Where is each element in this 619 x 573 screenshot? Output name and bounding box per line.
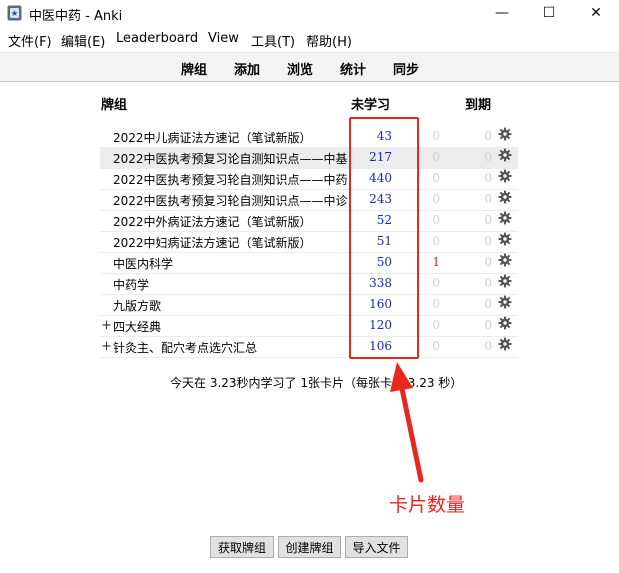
menu-leaderboard[interactable]: Leaderboard <box>116 31 198 46</box>
header-new: 未学习 <box>351 98 391 113</box>
gear-icon[interactable] <box>498 232 512 246</box>
toolbar-sync[interactable]: 同步 <box>393 59 419 78</box>
gear-icon[interactable] <box>498 337 512 351</box>
deck-row[interactable]: 2022中医执考预复习轮自测知识点——中药 440 0 0 <box>100 168 518 190</box>
deck-row[interactable]: 2022中医执考预复习轮自测知识点——中诊 243 0 0 <box>100 189 518 211</box>
toolbar-add[interactable]: 添加 <box>234 59 260 78</box>
deck-due-count: 0 <box>484 213 492 227</box>
deck-due-count: 0 <box>484 234 492 248</box>
deck-expand-toggle[interactable]: + <box>101 339 112 354</box>
deck-name[interactable]: 2022中儿病证法方速记（笔试新版） <box>113 129 312 146</box>
deck-learn-count: 0 <box>432 276 440 290</box>
deck-due-count: 0 <box>484 339 492 353</box>
header-deck: 牌组 <box>101 98 128 113</box>
deck-name[interactable]: 四大经典 <box>113 318 161 335</box>
deck-learn-count: 0 <box>432 318 440 332</box>
import-file-button[interactable]: 导入文件 <box>345 536 408 558</box>
deck-learn-count: 0 <box>432 297 440 311</box>
deck-row[interactable]: 九版方歌 160 0 0 <box>100 294 518 316</box>
gear-icon[interactable] <box>498 190 512 204</box>
header-due: 到期 <box>465 98 492 113</box>
deck-row[interactable]: 2022中外病证法方速记（笔试新版） 52 0 0 <box>100 210 518 232</box>
window-title: 中医中药 - Anki <box>29 9 123 24</box>
gear-icon[interactable] <box>498 211 512 225</box>
deck-learn-count: 0 <box>432 171 440 185</box>
deck-due-count: 0 <box>484 129 492 143</box>
maximize-button[interactable]: ☐ <box>526 0 572 26</box>
menu-edit[interactable]: 编辑(E) <box>61 31 105 50</box>
deck-row[interactable]: 中药学 338 0 0 <box>100 273 518 295</box>
main-toolbar: 牌组 添加 浏览 统计 同步 <box>0 52 619 82</box>
gear-icon[interactable] <box>498 274 512 288</box>
deck-learn-count: 0 <box>432 234 440 248</box>
deck-row[interactable]: 2022中医执考预复习论自测知识点——中基 217 0 0 <box>100 147 518 169</box>
deck-learn-count: 0 <box>432 213 440 227</box>
deck-name[interactable]: 2022中医执考预复习轮自测知识点——中诊 <box>113 192 348 209</box>
toolbar-stats[interactable]: 统计 <box>340 59 366 78</box>
gear-icon[interactable] <box>498 316 512 330</box>
menu-file[interactable]: 文件(F) <box>8 31 52 50</box>
annotation-arrow <box>390 362 424 483</box>
get-shared-button[interactable]: 获取牌组 <box>210 536 274 558</box>
minimize-button[interactable]: — <box>479 0 525 26</box>
menu-view[interactable]: View <box>208 31 239 46</box>
annotation-label: 卡片数量 <box>389 494 466 516</box>
deck-name[interactable]: 中医内科学 <box>113 255 173 272</box>
deck-row[interactable]: 2022中儿病证法方速记（笔试新版） 43 0 0 <box>100 126 518 148</box>
close-button[interactable]: ✕ <box>573 0 619 26</box>
deck-due-count: 0 <box>484 192 492 206</box>
deck-due-count: 0 <box>484 150 492 164</box>
deck-row[interactable]: + 四大经典 120 0 0 <box>100 315 518 337</box>
deck-name[interactable]: 中药学 <box>113 276 149 293</box>
deck-name[interactable]: 九版方歌 <box>113 297 161 314</box>
title-bar: 中医中药 - Anki — ☐ ✕ <box>0 0 619 26</box>
gear-icon[interactable] <box>498 127 512 141</box>
gear-icon[interactable] <box>498 253 512 267</box>
deck-row[interactable]: 中医内科学 50 1 0 <box>100 252 518 274</box>
create-deck-button[interactable]: 创建牌组 <box>278 536 341 558</box>
deck-expand-toggle[interactable]: + <box>101 318 112 333</box>
anki-app-icon <box>7 5 22 21</box>
deck-name[interactable]: 针灸主、配穴考点选穴汇总 <box>113 339 257 356</box>
deck-learn-count: 0 <box>432 192 440 206</box>
deck-name[interactable]: 2022中医执考预复习轮自测知识点——中药 <box>113 171 348 188</box>
deck-name[interactable]: 2022中外病证法方速记（笔试新版） <box>113 213 312 230</box>
deck-row[interactable]: + 针灸主、配穴考点选穴汇总 106 0 0 <box>100 336 518 358</box>
deck-name[interactable]: 2022中妇病证法方速记（笔试新版） <box>113 234 312 251</box>
deck-row[interactable]: 2022中妇病证法方速记（笔试新版） 51 0 0 <box>100 231 518 253</box>
deck-due-count: 0 <box>484 297 492 311</box>
annotation-highlight-box <box>349 117 419 359</box>
deck-due-count: 0 <box>484 276 492 290</box>
deck-due-count: 0 <box>484 318 492 332</box>
deck-name[interactable]: 2022中医执考预复习论自测知识点——中基 <box>113 150 348 167</box>
deck-learn-count: 0 <box>432 129 440 143</box>
gear-icon[interactable] <box>498 169 512 183</box>
gear-icon[interactable] <box>498 295 512 309</box>
deck-due-count: 0 <box>484 255 492 269</box>
deck-learn-count: 0 <box>432 339 440 353</box>
toolbar-browse[interactable]: 浏览 <box>287 59 313 78</box>
menu-bar: 文件(F) 编辑(E) Leaderboard View 工具(T) 帮助(H) <box>0 28 619 50</box>
deck-due-count: 0 <box>484 171 492 185</box>
menu-help[interactable]: 帮助(H) <box>306 31 352 50</box>
deck-learn-count: 0 <box>432 150 440 164</box>
gear-icon[interactable] <box>498 148 512 162</box>
deck-learn-count: 1 <box>432 255 440 269</box>
toolbar-decks[interactable]: 牌组 <box>181 59 207 78</box>
menu-tools[interactable]: 工具(T) <box>251 31 295 50</box>
